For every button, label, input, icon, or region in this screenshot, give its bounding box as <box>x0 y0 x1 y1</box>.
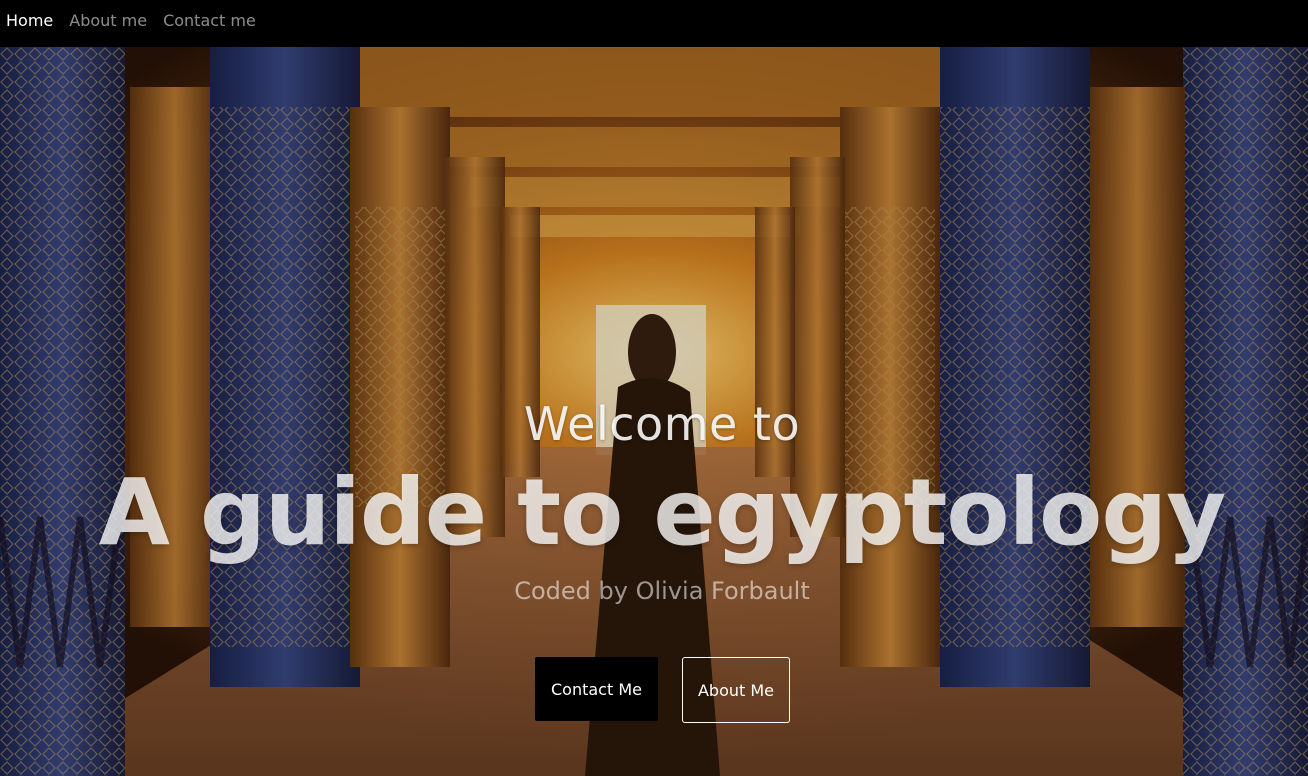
hero-content: Welcome to A guide to egyptology Coded b… <box>0 47 1308 776</box>
nav-link-about-me[interactable]: About me <box>69 11 147 30</box>
contact-me-button[interactable]: Contact Me <box>535 657 658 721</box>
hero-section: Welcome to A guide to egyptology Coded b… <box>0 47 1308 776</box>
hero-subtitle: Coded by Olivia Forbault <box>514 577 810 605</box>
nav-link-contact-me[interactable]: Contact me <box>163 11 256 30</box>
nav-links: Home About me Contact me <box>0 0 1308 40</box>
hero-title: A guide to egyptology <box>98 459 1226 566</box>
hero-welcome-text: Welcome to <box>523 397 801 451</box>
navbar: Home About me Contact me <box>0 0 1308 47</box>
nav-link-home[interactable]: Home <box>6 11 53 30</box>
about-me-button[interactable]: About Me <box>682 657 790 723</box>
